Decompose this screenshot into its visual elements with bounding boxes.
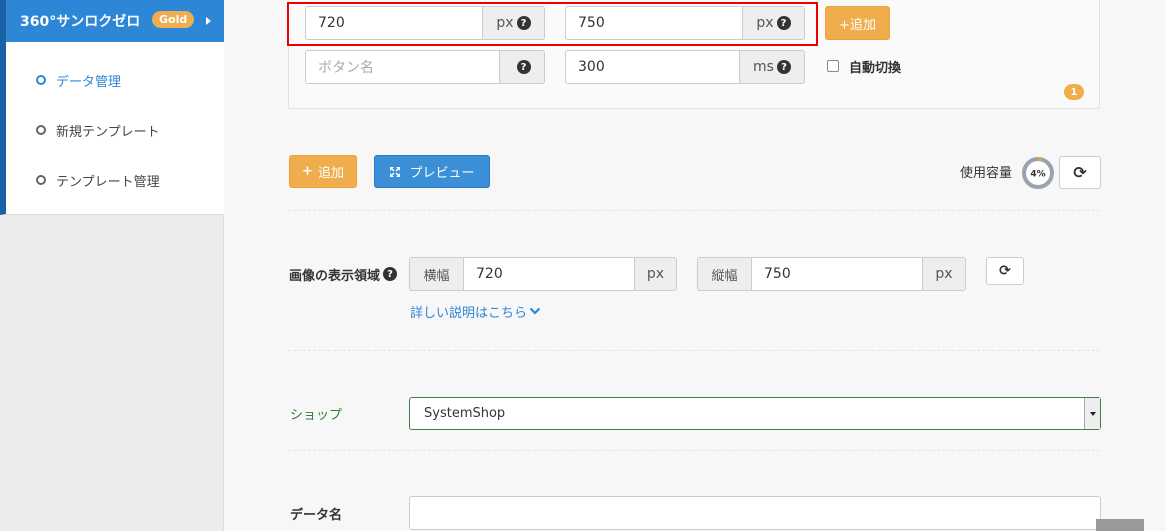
sidebar-item-new-template[interactable]: 新規テンプレート [36,120,160,140]
refresh-usage-button[interactable]: ⟳ [1059,156,1101,189]
display-height-unit: px [923,257,966,291]
plan-badge: Gold [152,11,195,28]
shop-select-value: SystemShop [424,406,506,421]
details-link[interactable]: 詳しい説明はこちら [410,302,541,321]
add-size-button[interactable]: +追加 [825,6,890,40]
preview-button[interactable]: プレビュー [374,155,490,188]
divider [288,210,1100,211]
checkbox-icon[interactable] [827,60,839,72]
details-link-label: 詳しい説明はこちら [410,305,528,321]
data-name-label: データ名 [290,508,343,523]
circle-icon [36,75,46,85]
auto-switch-label: 自動切換 [849,60,902,76]
button-name-group: ボタン名 ? [305,50,545,84]
button-name-help-addon: ? [500,50,545,84]
display-height-label: 縦幅 [697,257,751,291]
duration-unit-addon: ms ? [740,50,805,84]
shop-select[interactable]: SystemShop [409,397,1101,430]
plus-icon: + [302,164,313,179]
reset-size-button[interactable]: ⟳ [986,257,1024,285]
expand-icon [390,166,401,177]
sidebar-item-label: 新規テンプレート [56,124,160,140]
question-circle-icon[interactable]: ? [383,267,398,281]
brand-name: 360°サンロクゼロ [20,14,141,30]
display-width-unit: px [635,257,677,291]
display-width-input[interactable]: 720 [463,257,635,291]
caret-right-icon [206,17,211,25]
add-button-label: 追加 [317,166,344,181]
preview-button-label: プレビュー [409,166,475,181]
display-width-group: 横幅 720 px [409,257,677,291]
auto-switch-checkbox[interactable]: 自動切換 [827,57,902,76]
divider [288,350,1100,351]
add-button[interactable]: + 追加 [289,155,357,188]
circle-icon [36,125,46,135]
refresh-icon: ⟳ [1073,163,1087,182]
refresh-icon: ⟳ [999,263,1011,279]
usage-label: 使用容量 [960,166,1013,181]
divider [288,450,1100,451]
shop-label: ショップ [290,408,343,423]
data-name-input[interactable] [409,496,1101,530]
display-height-input[interactable]: 750 [751,257,923,291]
brand-header[interactable]: 360°サンロクゼロ Gold [0,0,224,42]
sidebar: 360°サンロクゼロ Gold データ管理 新規テンプレート テンプレート管理 [0,0,224,531]
question-circle-icon[interactable]: ? [776,60,791,74]
highlight-box [287,2,818,46]
usage-gauge: 4% [1022,157,1054,189]
sidebar-item-label: テンプレート管理 [56,174,160,190]
sidebar-menu: データ管理 新規テンプレート テンプレート管理 [0,42,224,215]
scrollbar-thumb[interactable] [1096,519,1144,531]
display-height-group: 縦幅 750 px [697,257,966,291]
display-area-label: 画像の表示領域 ? [289,265,398,284]
duration-input-group: 300 ms ? [565,50,805,84]
question-circle-icon[interactable]: ? [516,60,531,74]
usage-percent: 4% [1030,170,1045,180]
sidebar-item-data-management[interactable]: データ管理 [36,70,121,90]
button-name-input[interactable]: ボタン名 [305,50,500,84]
sidebar-item-label: データ管理 [56,74,122,90]
circle-icon [36,175,46,185]
display-area-label-text: 画像の表示領域 [289,268,381,284]
display-width-label: 横幅 [409,257,463,291]
duration-input[interactable]: 300 [565,50,740,84]
chevron-down-icon[interactable] [1084,398,1100,429]
count-badge: 1 [1064,84,1084,100]
unit-label: ms [753,59,774,75]
sidebar-item-template-management[interactable]: テンプレート管理 [36,170,160,190]
chevron-down-icon [529,307,541,315]
